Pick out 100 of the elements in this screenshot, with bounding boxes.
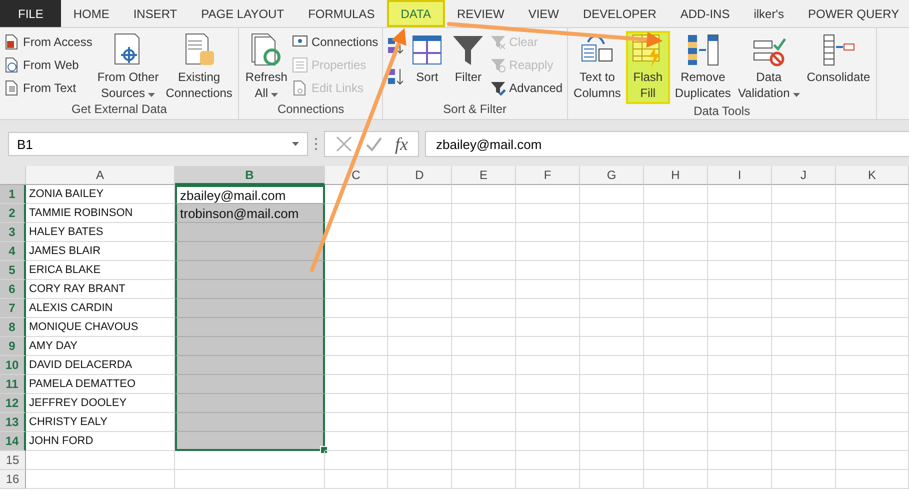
caret-icon: [792, 93, 800, 97]
table-cell: [388, 470, 452, 489]
table-cell: [708, 185, 772, 204]
table-cell: [325, 375, 388, 394]
table-cell: [388, 451, 452, 470]
table-cell: [388, 242, 452, 261]
table-cell: [772, 299, 836, 318]
ribbon-button[interactable]: Connections: [292, 31, 378, 53]
table-cell: [516, 204, 580, 223]
ribbon-tab[interactable]: INSERT: [121, 0, 190, 27]
column-header[interactable]: F: [516, 166, 580, 185]
table-cell: [325, 318, 388, 337]
table-cell: [644, 413, 708, 432]
table-cell: [388, 261, 452, 280]
table-cell: [772, 223, 836, 242]
ribbon-button[interactable]: From Other Sources: [95, 31, 161, 102]
column-header[interactable]: D: [388, 166, 452, 185]
ribbon-tab[interactable]: DATA: [386, 0, 445, 27]
ribbon-tab[interactable]: HOME: [61, 0, 122, 27]
table-cell: [772, 318, 836, 337]
ribbon-button[interactable]: Filter: [449, 31, 488, 86]
table-cell: [644, 356, 708, 375]
table-cell: [516, 318, 580, 337]
table-cell: [516, 242, 580, 261]
ribbon-tab[interactable]: ilker's: [742, 0, 796, 27]
ribbon-tab[interactable]: REVIEW: [444, 0, 516, 27]
table-cell: [388, 185, 452, 204]
name-box[interactable]: B1: [8, 132, 308, 156]
ribbon-tab[interactable]: VIEW: [516, 0, 571, 27]
table-cell: [580, 337, 644, 356]
column-header[interactable]: B: [175, 166, 325, 185]
ribbon-tab[interactable]: ADD-INS: [668, 0, 742, 27]
ribbon-button[interactable]: Refresh All: [243, 31, 290, 102]
insert-function-button[interactable]: fx: [395, 134, 408, 154]
ribbon-button[interactable]: Text to Columns: [572, 31, 623, 102]
text-file-icon: [4, 80, 20, 96]
ribbon-button[interactable]: Data Validation: [736, 31, 802, 102]
table-cell: [772, 261, 836, 280]
table-cell: [708, 470, 772, 489]
funnel-pencil-icon: [490, 80, 506, 96]
column-header[interactable]: A: [26, 166, 175, 185]
table-cell: [644, 261, 708, 280]
row-header[interactable]: 15: [0, 451, 26, 470]
column-header[interactable]: H: [644, 166, 708, 185]
table-cell: [708, 337, 772, 356]
ribbon-tab[interactable]: POWER QUERY: [796, 0, 909, 27]
table-cell: [325, 223, 388, 242]
ribbon-tab[interactable]: DEVELOPER: [571, 0, 668, 27]
table-cell: [325, 242, 388, 261]
table-cell: [516, 413, 580, 432]
ribbon-tab[interactable]: FORMULAS: [296, 0, 387, 27]
table-cell: [772, 280, 836, 299]
table-cell: [325, 356, 388, 375]
table-cell: [388, 337, 452, 356]
table-cell: [516, 261, 580, 280]
table-cell: [644, 318, 708, 337]
ribbon-button[interactable]: Advanced: [490, 77, 563, 99]
table-cell: [388, 280, 452, 299]
ribbon-button[interactable]: Consolidate: [804, 31, 872, 86]
table-cell: [452, 185, 516, 204]
table-cell: [772, 242, 836, 261]
table-cell: [452, 394, 516, 413]
table-cell: [516, 375, 580, 394]
table-cell: [388, 223, 452, 242]
ribbon-button[interactable]: From Access: [4, 31, 92, 53]
ribbon-button[interactable]: Flash Fill: [626, 31, 670, 104]
table-cell: [644, 451, 708, 470]
table-cell: [388, 375, 452, 394]
table-cell: [708, 280, 772, 299]
table-cell: [708, 318, 772, 337]
ribbon-button[interactable]: Existing Connections: [164, 31, 234, 102]
table-cell: [644, 223, 708, 242]
table-cell: [388, 356, 452, 375]
table-cell: [580, 299, 644, 318]
ribbon-button[interactable]: From Text: [4, 77, 92, 99]
table-cell: [516, 337, 580, 356]
table-cell: [516, 223, 580, 242]
file-tab[interactable]: FILE: [0, 0, 62, 27]
table-cell: [325, 299, 388, 318]
table-cell: [388, 413, 452, 432]
column-header[interactable]: E: [452, 166, 516, 185]
ribbon-tab[interactable]: PAGE LAYOUT: [189, 0, 296, 27]
column-header[interactable]: G: [580, 166, 644, 185]
table-cell: [325, 470, 388, 489]
formula-field[interactable]: zbailey@mail.com: [425, 131, 909, 157]
column-header[interactable]: I: [708, 166, 772, 185]
table-cell: [452, 356, 516, 375]
column-header[interactable]: C: [325, 166, 388, 185]
table-cell: [388, 299, 452, 318]
column-header[interactable]: J: [772, 166, 836, 185]
ribbon-button[interactable]: Sort: [408, 31, 446, 86]
fill-handle[interactable]: [320, 446, 328, 454]
properties-list-icon: [292, 57, 308, 73]
row-header[interactable]: 16: [0, 470, 26, 489]
table-cell: [772, 413, 836, 432]
ribbon-button[interactable]: From Web: [4, 54, 92, 76]
ribbon-button[interactable]: Remove Duplicates: [672, 31, 733, 102]
group-label: Data Tools: [692, 104, 752, 119]
column-header[interactable]: K: [836, 166, 909, 185]
table-cell: [325, 451, 388, 470]
